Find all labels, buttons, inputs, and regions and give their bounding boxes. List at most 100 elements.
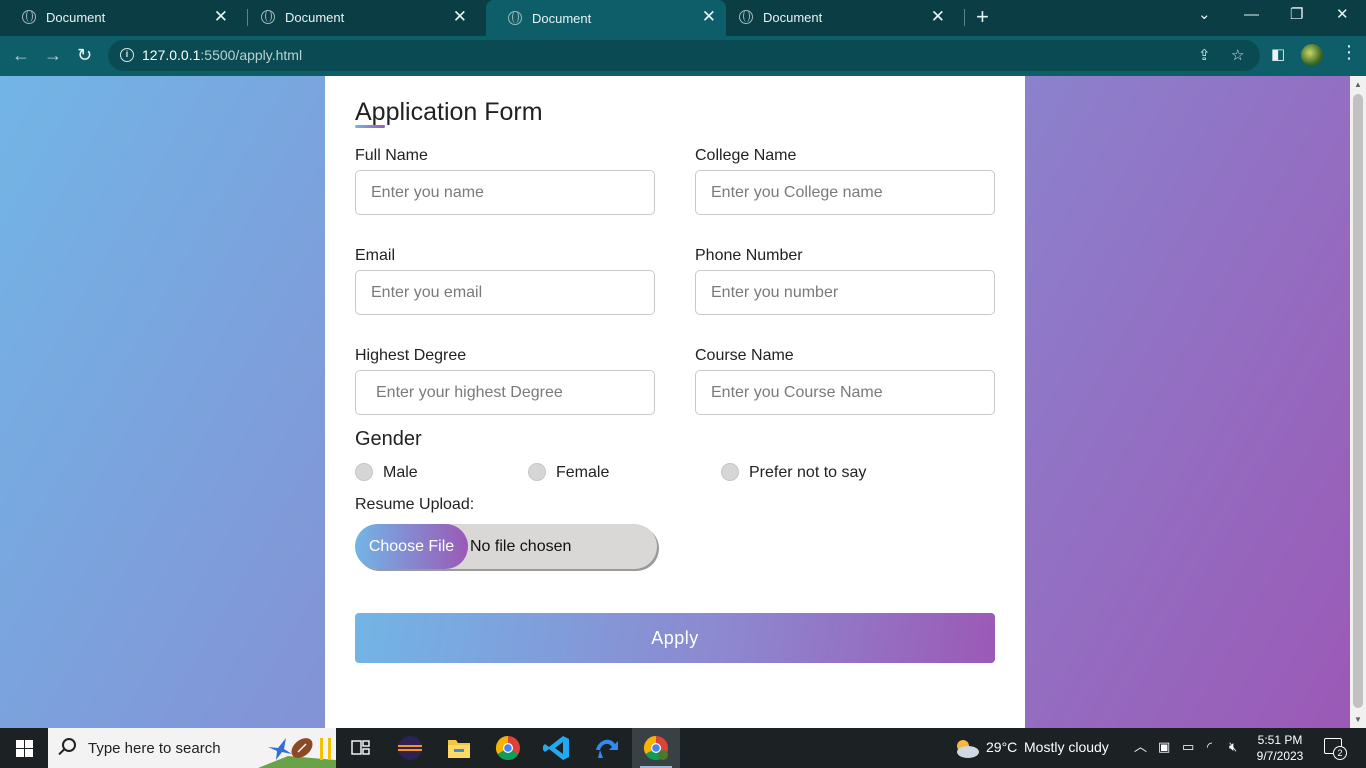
eclipse-icon (398, 736, 422, 760)
minimize-button[interactable]: — (1244, 4, 1259, 26)
site-info-icon[interactable]: i (120, 48, 134, 62)
restore-button[interactable]: ❐ (1290, 4, 1303, 26)
close-window-button[interactable]: ✕ (1336, 4, 1349, 26)
back-button[interactable]: ← (12, 44, 30, 66)
gender-label-prefer-not: Prefer not to say (749, 464, 867, 481)
browser-toolbar: ← → ↻ i 127.0.0.1:5500/apply.html ⇪ ☆ ◧ … (0, 36, 1366, 76)
phone-number-input[interactable] (695, 270, 995, 315)
meet-now-icon[interactable]: ▣ (1158, 739, 1170, 755)
search-icon (62, 738, 76, 752)
tab-title: Document (532, 10, 592, 26)
close-tab-icon[interactable]: ✕ (931, 8, 945, 26)
globe-icon (261, 10, 275, 24)
eclipse-taskbar-button[interactable] (386, 728, 434, 768)
gender-label-female: Female (556, 464, 610, 481)
scroll-down-arrow-icon[interactable]: ▼ (1354, 715, 1362, 724)
url-path: :5500/apply.html (200, 47, 303, 63)
resume-file-input[interactable]: Choose File No file chosen (355, 524, 657, 569)
college-name-input[interactable] (695, 170, 995, 215)
share-icon[interactable]: ⇪ (1198, 47, 1211, 65)
windows-taskbar: Type here to search 29°C Mostly cloudy ︿… (0, 728, 1366, 768)
search-highlight-art-icon (258, 738, 336, 768)
title-underline (355, 125, 385, 128)
close-tab-icon[interactable]: ✕ (214, 8, 228, 26)
clock-time: 5:51 PM (1257, 733, 1303, 747)
battery-icon[interactable]: ▭ (1182, 739, 1194, 755)
gender-radio-prefer-not[interactable] (721, 463, 739, 481)
chrome-icon (495, 736, 520, 761)
email-label: Email (355, 247, 396, 264)
globe-icon (508, 11, 522, 25)
vscode-taskbar-button[interactable] (533, 728, 581, 768)
folder-icon (448, 740, 470, 758)
globe-icon (739, 10, 753, 24)
close-tab-icon[interactable]: ✕ (453, 8, 467, 26)
course-name-input[interactable] (695, 370, 995, 415)
task-view-icon (351, 740, 370, 755)
chrome-taskbar-button[interactable] (484, 728, 532, 768)
gender-radio-female[interactable] (528, 463, 546, 481)
tab-title: Document (285, 9, 345, 25)
volume-muted-icon[interactable]: 🔇︎ (1229, 739, 1237, 755)
choose-file-button[interactable]: Choose File (355, 524, 468, 569)
sourcetree-icon (596, 739, 618, 758)
course-name-label: Course Name (695, 347, 794, 364)
email-input[interactable] (355, 270, 655, 315)
task-view-button[interactable] (336, 728, 384, 768)
highest-degree-input[interactable] (355, 370, 655, 415)
tab-divider (964, 9, 965, 26)
reload-button[interactable]: ↻ (77, 44, 92, 66)
profile-avatar[interactable] (1301, 44, 1323, 66)
browser-tab-4[interactable]: Document ✕ (717, 0, 955, 34)
wifi-icon[interactable]: ◜ (1207, 739, 1212, 755)
tab-title: Document (763, 9, 823, 25)
browser-tab-bar: Document ✕ Document ✕ Document ✕ Documen… (0, 0, 1366, 36)
scrollbar-thumb[interactable] (1353, 94, 1363, 708)
page-viewport: Application Form Full Name College Name … (0, 76, 1350, 728)
phone-number-label: Phone Number (695, 247, 803, 264)
tab-title: Document (46, 9, 106, 25)
globe-icon (22, 10, 36, 24)
notification-count-badge: 2 (1333, 746, 1347, 760)
search-placeholder: Type here to search (88, 740, 221, 757)
bookmark-star-icon[interactable]: ☆ (1231, 47, 1244, 65)
side-panel-icon[interactable]: ◧ (1271, 45, 1285, 65)
gender-radio-male[interactable] (355, 463, 373, 481)
form-title: Application Form (355, 98, 543, 126)
browser-tab-2[interactable]: Document ✕ (239, 0, 477, 34)
apply-button[interactable]: Apply (355, 613, 995, 663)
file-status-text: No file chosen (470, 538, 572, 555)
gender-label-male: Male (383, 464, 418, 481)
application-form-card: Application Form Full Name College Name … (325, 76, 1025, 728)
url-host: 127.0.0.1 (142, 47, 201, 63)
vscode-icon (543, 736, 569, 760)
full-name-input[interactable] (355, 170, 655, 215)
address-bar[interactable]: i 127.0.0.1:5500/apply.html ⇪ ☆ (108, 40, 1260, 71)
weather-cloudy-icon (957, 740, 979, 758)
browser-tab-1[interactable]: Document ✕ (0, 0, 238, 34)
full-name-label: Full Name (355, 147, 428, 164)
sourcetree-taskbar-button[interactable] (582, 728, 630, 768)
highest-degree-label: Highest Degree (355, 347, 467, 364)
kebab-menu-icon[interactable]: ⋮ (1340, 42, 1358, 62)
chrome-profile-icon (643, 736, 668, 761)
resume-upload-label: Resume Upload: (355, 496, 475, 513)
close-tab-icon[interactable]: ✕ (702, 8, 716, 26)
scroll-up-arrow-icon[interactable]: ▲ (1354, 80, 1362, 89)
page-scrollbar[interactable]: ▲ ▼ (1350, 76, 1366, 728)
tab-search-chevron-icon[interactable]: ⌄ (1198, 4, 1211, 26)
clock-date: 9/7/2023 (1256, 749, 1304, 763)
tray-chevron-up-icon[interactable]: ︿ (1134, 739, 1147, 755)
new-tab-button[interactable]: + (976, 4, 989, 30)
taskbar-clock[interactable]: 5:51 PM 9/7/2023 (1254, 732, 1306, 764)
chrome-profile-taskbar-button[interactable] (632, 728, 680, 768)
taskbar-search-box[interactable]: Type here to search (48, 728, 336, 768)
windows-start-icon[interactable] (16, 740, 33, 757)
address-url: 127.0.0.1:5500/apply.html (142, 47, 302, 63)
browser-tab-3-active[interactable]: Document ✕ (486, 0, 726, 36)
forward-button[interactable]: → (44, 44, 62, 66)
weather-description: Mostly cloudy (1024, 739, 1109, 755)
file-explorer-taskbar-button[interactable] (435, 728, 483, 768)
gender-title: Gender (355, 428, 422, 450)
college-name-label: College Name (695, 147, 797, 164)
